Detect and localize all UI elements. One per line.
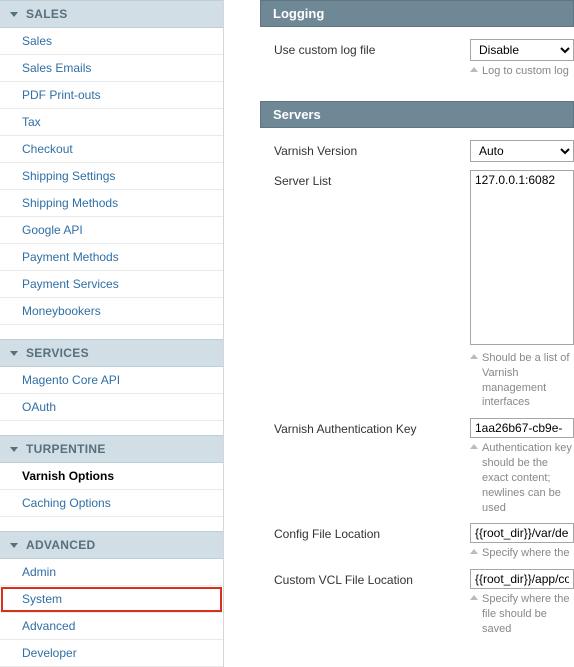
input-config-file[interactable]: [470, 523, 574, 543]
hint-arrow-icon: [470, 595, 478, 600]
section-header-sales[interactable]: SALES: [0, 0, 223, 28]
main-content: Logging Use custom log file Disable Log …: [224, 0, 574, 667]
hint-use-custom-log-file: Log to custom log: [470, 61, 574, 79]
sidebar-item-sales[interactable]: Sales: [0, 28, 223, 55]
hint-auth-key: Authentication key should be the exact c…: [470, 438, 574, 515]
chevron-down-icon: [10, 351, 18, 356]
sidebar-item-shipping-methods[interactable]: Shipping Methods: [0, 190, 223, 217]
sidebar-item-tax[interactable]: Tax: [0, 109, 223, 136]
sidebar-item-pdf-printouts[interactable]: PDF Print-outs: [0, 82, 223, 109]
sidebar-item-caching-options[interactable]: Caching Options: [0, 490, 223, 517]
sidebar-item-admin[interactable]: Admin: [0, 559, 223, 586]
hint-arrow-icon: [470, 444, 478, 449]
section-header-advanced[interactable]: ADVANCED: [0, 531, 223, 559]
chevron-down-icon: [10, 447, 18, 452]
sidebar-item-system[interactable]: System: [0, 586, 223, 613]
sidebar-item-payment-methods[interactable]: Payment Methods: [0, 244, 223, 271]
input-auth-key[interactable]: [470, 418, 574, 438]
label-varnish-version: Varnish Version: [260, 140, 470, 162]
panel-header-servers[interactable]: Servers: [260, 101, 574, 128]
label-use-custom-log-file: Use custom log file: [260, 39, 470, 61]
section-title: TURPENTINE: [26, 442, 106, 456]
section-header-services[interactable]: SERVICES: [0, 339, 223, 367]
hint-config-file: Specify where the: [470, 543, 574, 561]
sidebar-item-payment-services[interactable]: Payment Services: [0, 271, 223, 298]
select-use-custom-log-file[interactable]: Disable: [470, 39, 574, 61]
sidebar-item-shipping-settings[interactable]: Shipping Settings: [0, 163, 223, 190]
label-config-file: Config File Location: [260, 523, 470, 545]
hint-arrow-icon: [470, 67, 478, 72]
chevron-down-icon: [10, 543, 18, 548]
sidebar-item-varnish-options[interactable]: Varnish Options: [0, 463, 223, 490]
hint-server-list: Should be a list of Varnish management i…: [470, 348, 574, 410]
hint-arrow-icon: [470, 354, 478, 359]
panel-header-logging[interactable]: Logging: [260, 0, 574, 27]
hint-custom-vcl: Specify where the file should be saved: [470, 589, 574, 637]
select-varnish-version[interactable]: Auto: [470, 140, 574, 162]
sidebar-item-magento-core-api[interactable]: Magento Core API: [0, 367, 223, 394]
label-server-list: Server List: [260, 170, 470, 192]
chevron-down-icon: [10, 12, 18, 17]
sidebar-item-google-api[interactable]: Google API: [0, 217, 223, 244]
input-custom-vcl[interactable]: [470, 569, 574, 589]
sidebar-item-developer[interactable]: Developer: [0, 640, 223, 667]
sidebar-item-oauth[interactable]: OAuth: [0, 394, 223, 421]
hint-arrow-icon: [470, 549, 478, 554]
panel-body-logging: Use custom log file Disable Log to custo…: [260, 27, 574, 101]
sidebar: SALES Sales Sales Emails PDF Print-outs …: [0, 0, 224, 667]
panel-body-servers: Varnish Version Auto Server List Should …: [260, 128, 574, 659]
section-title: SERVICES: [26, 346, 89, 360]
label-auth-key: Varnish Authentication Key: [260, 418, 470, 440]
section-header-turpentine[interactable]: TURPENTINE: [0, 435, 223, 463]
section-title: ADVANCED: [26, 538, 96, 552]
sidebar-item-checkout[interactable]: Checkout: [0, 136, 223, 163]
sidebar-item-advanced[interactable]: Advanced: [0, 613, 223, 640]
sidebar-item-sales-emails[interactable]: Sales Emails: [0, 55, 223, 82]
section-title: SALES: [26, 7, 68, 21]
label-custom-vcl: Custom VCL File Location: [260, 569, 470, 591]
textarea-server-list[interactable]: [470, 170, 574, 345]
sidebar-item-moneybookers[interactable]: Moneybookers: [0, 298, 223, 325]
